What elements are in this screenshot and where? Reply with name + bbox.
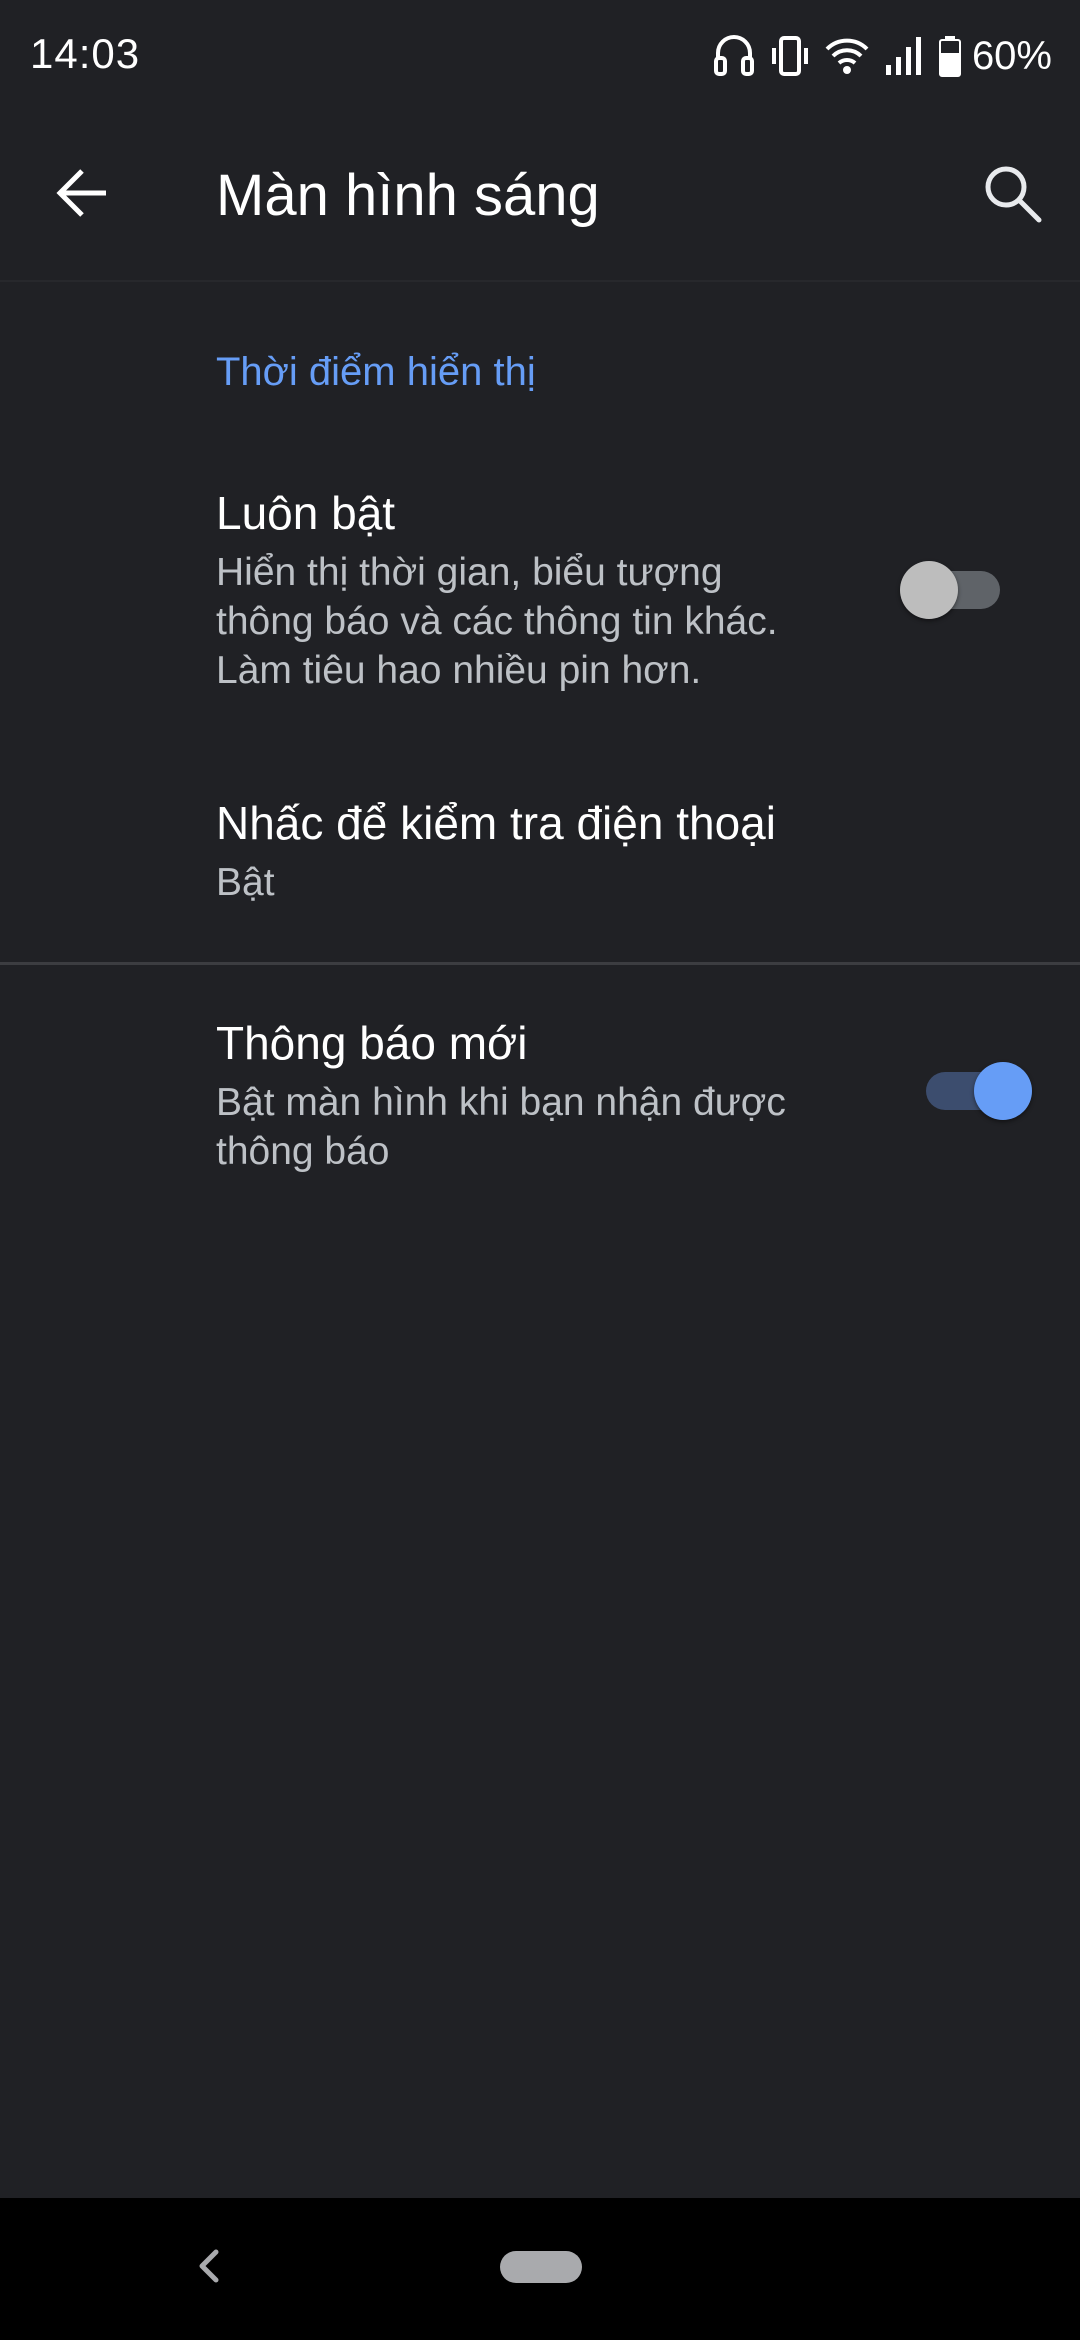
always-on-toggle[interactable] (900, 550, 1000, 620)
app-bar: Màn hình sáng (0, 110, 1080, 282)
setting-title: Nhấc để kiểm tra điện thoại (216, 797, 776, 849)
toggle-thumb (974, 1062, 1032, 1120)
summary-line: Hiển thị thời gian, biểu tượng (216, 551, 723, 594)
vibrate-icon (770, 34, 810, 78)
search-icon (981, 162, 1043, 229)
headset-icon (712, 33, 756, 79)
setting-summary: Bật màn hình khi bạn nhận được thông báo (216, 1078, 786, 1176)
setting-title: Luôn bật (216, 487, 396, 539)
toggle-thumb (900, 561, 958, 619)
setting-title: Thông báo mới (216, 1017, 528, 1069)
summary-line: thông báo (216, 1130, 390, 1173)
back-button[interactable] (42, 155, 122, 235)
setting-new-notifications[interactable]: Thông báo mới Bật màn hình khi bạn nhận … (0, 990, 1080, 1210)
setting-summary: Hiển thị thời gian, biểu tượng thông báo… (216, 548, 778, 695)
status-bar: 14:03 60% (0, 0, 1080, 110)
search-button[interactable] (972, 155, 1052, 235)
section-header: Thời điểm hiển thị (216, 350, 536, 394)
new-notifications-toggle[interactable] (922, 1051, 1032, 1121)
chevron-left-icon (196, 2246, 220, 2291)
status-time: 14:03 (30, 30, 141, 77)
setting-summary: Bật (216, 858, 275, 907)
navigation-bar (0, 2198, 1080, 2340)
summary-line: thông báo và các thông tin khác. (216, 600, 778, 643)
battery-percent: 60% (971, 33, 1052, 78)
signal-icon (884, 35, 924, 77)
nav-back-button[interactable] (188, 2238, 228, 2298)
battery-icon (938, 35, 962, 77)
nav-home-pill[interactable] (500, 2251, 582, 2283)
page-title: Màn hình sáng (216, 163, 600, 228)
status-icons: 60% (698, 28, 1052, 84)
summary-line: Bật màn hình khi bạn nhận được (216, 1081, 786, 1124)
arrow-back-icon (54, 165, 110, 226)
setting-always-on[interactable]: Luôn bật Hiển thị thời gian, biểu tượng … (0, 460, 1080, 720)
summary-line: Làm tiêu hao nhiều pin hơn. (216, 649, 702, 692)
wifi-icon (824, 36, 870, 76)
setting-lift-to-check[interactable]: Nhấc để kiểm tra điện thoại Bật (0, 770, 1080, 960)
summary-line: Bật (216, 861, 275, 904)
screen: 14:03 60% Màn hình sáng Thời điểm hiển t… (0, 0, 1080, 2340)
divider (0, 962, 1080, 965)
